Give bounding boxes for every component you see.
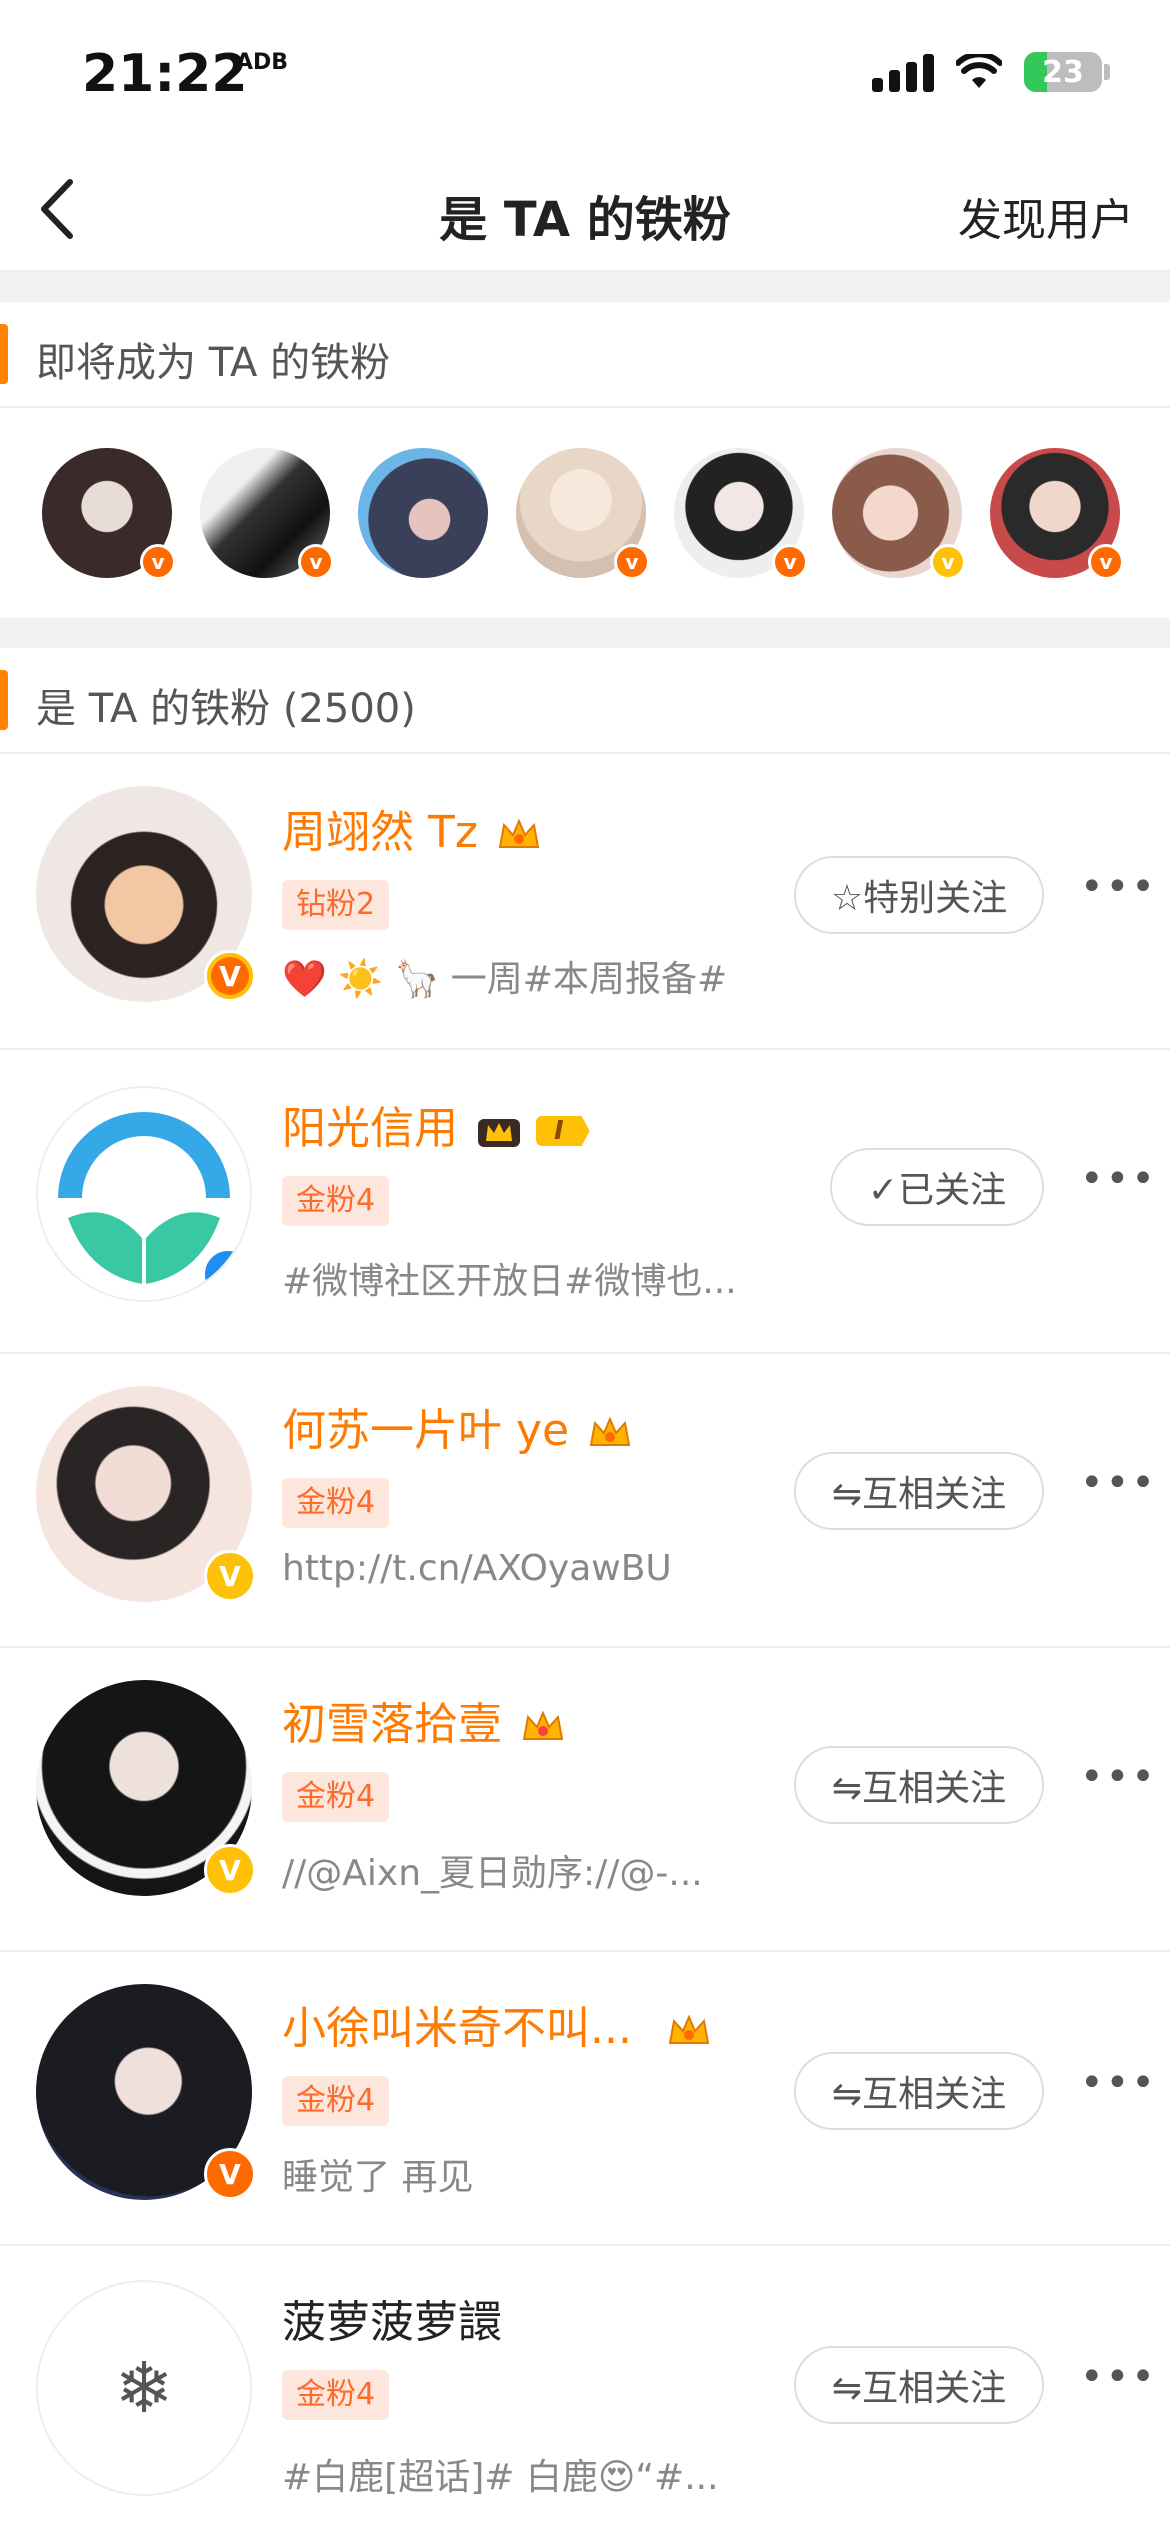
fan-name-text: 阳光信用 — [282, 1103, 458, 1154]
battery-icon: 23 — [1024, 52, 1102, 92]
fan-avatar[interactable]: ✓ — [36, 1086, 252, 1302]
upcoming-avatar[interactable]: v — [990, 448, 1124, 580]
upcoming-section-title: 即将成为 TA 的铁粉 — [36, 340, 391, 386]
fan-avatar[interactable]: ❄ — [36, 2280, 252, 2496]
fan-name[interactable]: 菠萝菠萝譞 — [282, 2286, 502, 2350]
app-badge: ADB — [236, 50, 289, 75]
crown-icon — [589, 1416, 631, 1446]
verified-badge-icon: V — [204, 2148, 256, 2200]
mutual-follow-button[interactable]: ⇋互相关注 — [794, 1452, 1044, 1530]
verified-badge-icon: v — [930, 544, 966, 580]
fan-description: http://t.cn/AXOyawBU — [282, 1548, 672, 1589]
fan-avatar[interactable]: V — [36, 1984, 256, 2200]
verified-badge-icon: V — [204, 1844, 256, 1896]
section-divider — [0, 272, 1170, 302]
verified-badge-icon: v — [1088, 544, 1124, 580]
mutual-follow-button[interactable]: ⇋互相关注 — [794, 2052, 1044, 2130]
status-time: 21:22 — [82, 44, 248, 104]
fan-description: ❤️ ☀️ 🦙 一周#本周报备# — [282, 959, 728, 1000]
snowflake-icon: ❄ — [114, 2347, 174, 2429]
fans-section-header: 是 TA 的铁粉 (2500) — [0, 648, 1170, 754]
upcoming-avatar-list: v v v v v v — [0, 408, 1170, 618]
fan-row[interactable]: V 何苏一片叶 ye 金粉4 http://t.cn/AXOyawBU ⇋互相关… — [0, 1352, 1170, 1648]
fan-avatar[interactable]: V — [36, 1386, 256, 1602]
crown-icon — [668, 2014, 710, 2044]
verified-badge-icon: v — [140, 544, 176, 580]
upcoming-avatar[interactable]: v — [42, 448, 176, 580]
fan-name[interactable]: 周翊然 Tz — [282, 796, 542, 860]
verified-badge-icon: V — [204, 1550, 256, 1602]
fan-name-text: 周翊然 Tz — [282, 807, 478, 858]
fan-avatar[interactable]: V — [36, 1680, 256, 1896]
fan-description: #白鹿[超话]# 白鹿😍“#... — [282, 2457, 719, 2498]
status-icons: 23 — [872, 52, 1110, 92]
upcoming-avatar[interactable] — [358, 448, 488, 578]
fan-description: //@Aixn_夏日勋序://@-... — [282, 1853, 703, 1894]
wifi-icon — [956, 54, 1002, 88]
level-badge-icon: I — [536, 1116, 590, 1146]
more-options-icon[interactable]: ••• — [1080, 1460, 1155, 1506]
upcoming-avatar[interactable]: v — [200, 448, 334, 580]
status-bar: 21:22 ADB 23 — [0, 0, 1170, 140]
fan-description: #微博社区开放日#微博也... — [282, 1261, 737, 1302]
mutual-follow-button[interactable]: ⇋互相关注 — [794, 1746, 1044, 1824]
fan-name-text: 初雪落拾壹 — [282, 1699, 502, 1750]
fan-level-tag: 钻粉2 — [282, 880, 390, 930]
fan-name[interactable]: 何苏一片叶 ye — [282, 1394, 633, 1458]
upcoming-avatar[interactable]: v — [516, 448, 650, 580]
verified-badge-icon: V — [204, 950, 256, 1002]
fan-level-tag: 金粉4 — [282, 1478, 390, 1528]
fan-name-text: 何苏一片叶 ye — [282, 1405, 570, 1456]
fan-row[interactable]: ✓ 阳光信用 I 金粉4 #微博社区开放日#微博也... ✓已关注 ••• — [0, 1048, 1170, 1354]
fan-level-tag: 金粉4 — [282, 2076, 390, 2126]
fan-row[interactable]: ❄ 菠萝菠萝譞 金粉4 #白鹿[超话]# 白鹿😍“#... ⇋互相关注 ••• — [0, 2244, 1170, 2532]
upcoming-section-header: 即将成为 TA 的铁粉 — [0, 302, 1170, 408]
fan-avatar[interactable]: V — [36, 786, 256, 1002]
fan-row[interactable]: V 小徐叫米奇不叫... 金粉4 睡觉了 再见 ⇋互相关注 ••• — [0, 1950, 1170, 2246]
upcoming-avatar[interactable]: v — [674, 448, 808, 580]
fan-name[interactable]: 阳光信用 I — [282, 1092, 590, 1156]
verified-badge-icon: ✓ — [202, 1248, 250, 1300]
upcoming-avatar[interactable]: v — [832, 448, 966, 580]
more-options-icon[interactable]: ••• — [1080, 1156, 1155, 1202]
fan-row[interactable]: V 初雪落拾壹 金粉4 //@Aixn_夏日勋序://@-... ⇋互相关注 •… — [0, 1646, 1170, 1952]
fan-level-tag: 金粉4 — [282, 1176, 390, 1226]
fan-level-tag: 金粉4 — [282, 2370, 390, 2420]
fan-name[interactable]: 小徐叫米奇不叫... — [282, 1992, 712, 2056]
more-options-icon[interactable]: ••• — [1080, 2060, 1155, 2106]
more-options-icon[interactable]: ••• — [1080, 1754, 1155, 1800]
section-divider — [0, 618, 1170, 648]
more-options-icon[interactable]: ••• — [1080, 2354, 1155, 2400]
crown-icon — [522, 1710, 564, 1740]
following-button[interactable]: ✓已关注 — [830, 1148, 1044, 1226]
fan-description: 睡觉了 再见 — [282, 2157, 474, 2198]
crown-icon — [478, 1119, 520, 1147]
verified-badge-icon: v — [772, 544, 808, 580]
nav-bar: 是 TA 的铁粉 发现用户 — [0, 150, 1170, 272]
more-options-icon[interactable]: ••• — [1080, 864, 1155, 910]
crown-icon — [498, 818, 540, 848]
fans-section-title: 是 TA 的铁粉 (2500) — [36, 686, 416, 732]
fan-name[interactable]: 初雪落拾壹 — [282, 1688, 566, 1752]
mutual-follow-button[interactable]: ⇋互相关注 — [794, 2346, 1044, 2424]
verified-badge-icon: v — [298, 544, 334, 580]
discover-users-link[interactable]: 发现用户 — [958, 184, 1134, 248]
special-follow-button[interactable]: ☆特别关注 — [794, 856, 1044, 934]
signal-icon — [872, 52, 934, 92]
battery-level: 23 — [1042, 54, 1084, 90]
verified-badge-icon: v — [614, 544, 650, 580]
fan-row[interactable]: V 周翊然 Tz 钻粉2 ❤️ ☀️ 🦙 一周#本周报备# ☆特别关注 ••• — [0, 754, 1170, 1050]
fan-name-text: 小徐叫米奇不叫... — [282, 2003, 632, 2054]
fan-level-tag: 金粉4 — [282, 1772, 390, 1822]
